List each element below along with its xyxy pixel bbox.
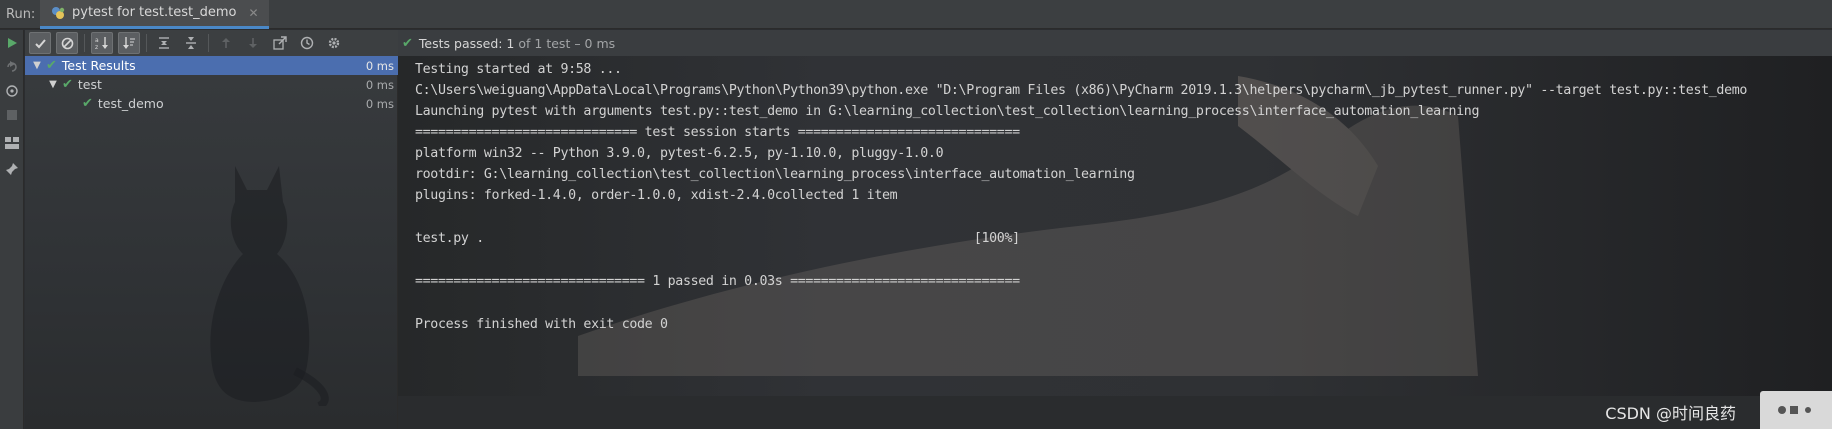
wallpaper-cat-silhouette — [210, 166, 329, 406]
rerun-icon[interactable] — [3, 34, 21, 52]
previous-failed-test-icon[interactable] — [215, 32, 237, 54]
close-icon[interactable]: ✕ — [248, 6, 258, 20]
svg-text:z: z — [95, 44, 98, 50]
passed-check-icon: ✔ — [402, 35, 413, 51]
passed-check-icon: ✔ — [46, 58, 57, 73]
settings-gear-icon[interactable] — [323, 32, 345, 54]
tree-node-test-results[interactable]: ▼ ✔ Test Results 0 ms — [25, 56, 398, 75]
tree-node-test-demo[interactable]: ✔ test_demo 0 ms — [25, 94, 398, 113]
tree-node-test[interactable]: ▼ ✔ test 0 ms — [25, 75, 398, 94]
toggle-auto-test-icon[interactable] — [3, 82, 21, 100]
run-tab-label: pytest for test.test_demo — [72, 5, 237, 20]
console-line: ============================== 1 passed … — [415, 274, 1020, 289]
passed-check-icon: ✔ — [62, 77, 73, 92]
run-config-tab[interactable]: pytest for test.test_demo ✕ — [40, 0, 269, 29]
test-tree-toolbar: az — [25, 30, 398, 56]
ime-indicator — [1760, 391, 1832, 429]
console-line: ============================= test sessi… — [415, 125, 1020, 140]
tree-node-duration: 0 ms — [365, 58, 394, 73]
run-side-toolbar — [0, 30, 24, 429]
pin-icon[interactable] — [3, 160, 21, 178]
toolbar-separator — [208, 34, 209, 52]
pytest-icon — [50, 5, 66, 21]
csdn-watermark: CSDN @时间良药 — [1605, 404, 1736, 423]
console-line: platform win32 -- Python 3.9.0, pytest-6… — [415, 146, 944, 161]
toolbar-separator — [84, 34, 85, 52]
svg-text:a: a — [95, 37, 99, 44]
console-output[interactable]: Testing started at 9:58 ... C:\Users\wei… — [398, 56, 1832, 429]
toolbar-separator — [146, 34, 147, 52]
collapse-all-icon[interactable] — [180, 32, 202, 54]
test-results-tree: ▼ ✔ Test Results 0 ms ▼ ✔ test 0 ms ✔ te… — [25, 56, 398, 429]
rerun-failed-icon[interactable] — [3, 58, 21, 76]
stop-icon[interactable] — [3, 106, 21, 124]
console-line: Testing started at 9:58 ... — [415, 62, 622, 77]
run-tab-bar: Run: pytest for test.test_demo ✕ — [0, 0, 1832, 29]
tree-node-duration: 0 ms — [365, 77, 394, 92]
show-passed-toggle[interactable] — [29, 32, 51, 54]
console-line: test.py . [100%] — [415, 231, 1020, 246]
tree-node-label: test_demo — [97, 96, 164, 111]
tree-node-label: Test Results — [61, 58, 136, 73]
test-history-icon[interactable] — [296, 32, 318, 54]
run-tool-window: Run: pytest for test.test_demo ✕ a z ▼ ✔… — [0, 0, 1832, 429]
console-line: rootdir: G:\learning_collection\test_col… — [415, 167, 1135, 182]
sort-alphabetically-icon[interactable]: az — [91, 32, 113, 54]
chevron-down-icon[interactable]: ▼ — [47, 79, 59, 90]
tests-detail-text: of 1 test – 0 ms — [518, 35, 616, 51]
console-line: Launching pytest with arguments test.py:… — [415, 104, 1480, 119]
console-line: plugins: forked-1.4.0, order-1.0.0, xdis… — [415, 188, 898, 203]
tests-passed-text: Tests passed: 1 — [418, 35, 515, 51]
tree-node-label: test — [77, 77, 102, 92]
expand-all-icon[interactable] — [153, 32, 175, 54]
next-failed-test-icon[interactable] — [242, 32, 264, 54]
sort-by-duration-icon[interactable] — [118, 32, 140, 54]
chevron-down-icon[interactable]: ▼ — [31, 60, 43, 71]
console-line: C:\Users\weiguang\AppData\Local\Programs… — [415, 83, 1748, 98]
tree-node-duration: 0 ms — [365, 96, 394, 111]
console-line: Process finished with exit code 0 — [415, 317, 668, 332]
show-ignored-toggle[interactable] — [56, 32, 78, 54]
test-status-bar: ✔ Tests passed: 1 of 1 test – 0 ms — [398, 30, 1832, 56]
export-results-icon[interactable] — [269, 32, 291, 54]
layout-icon[interactable] — [3, 134, 21, 152]
passed-check-icon: ✔ — [82, 96, 93, 111]
run-label: Run: — [6, 6, 36, 22]
